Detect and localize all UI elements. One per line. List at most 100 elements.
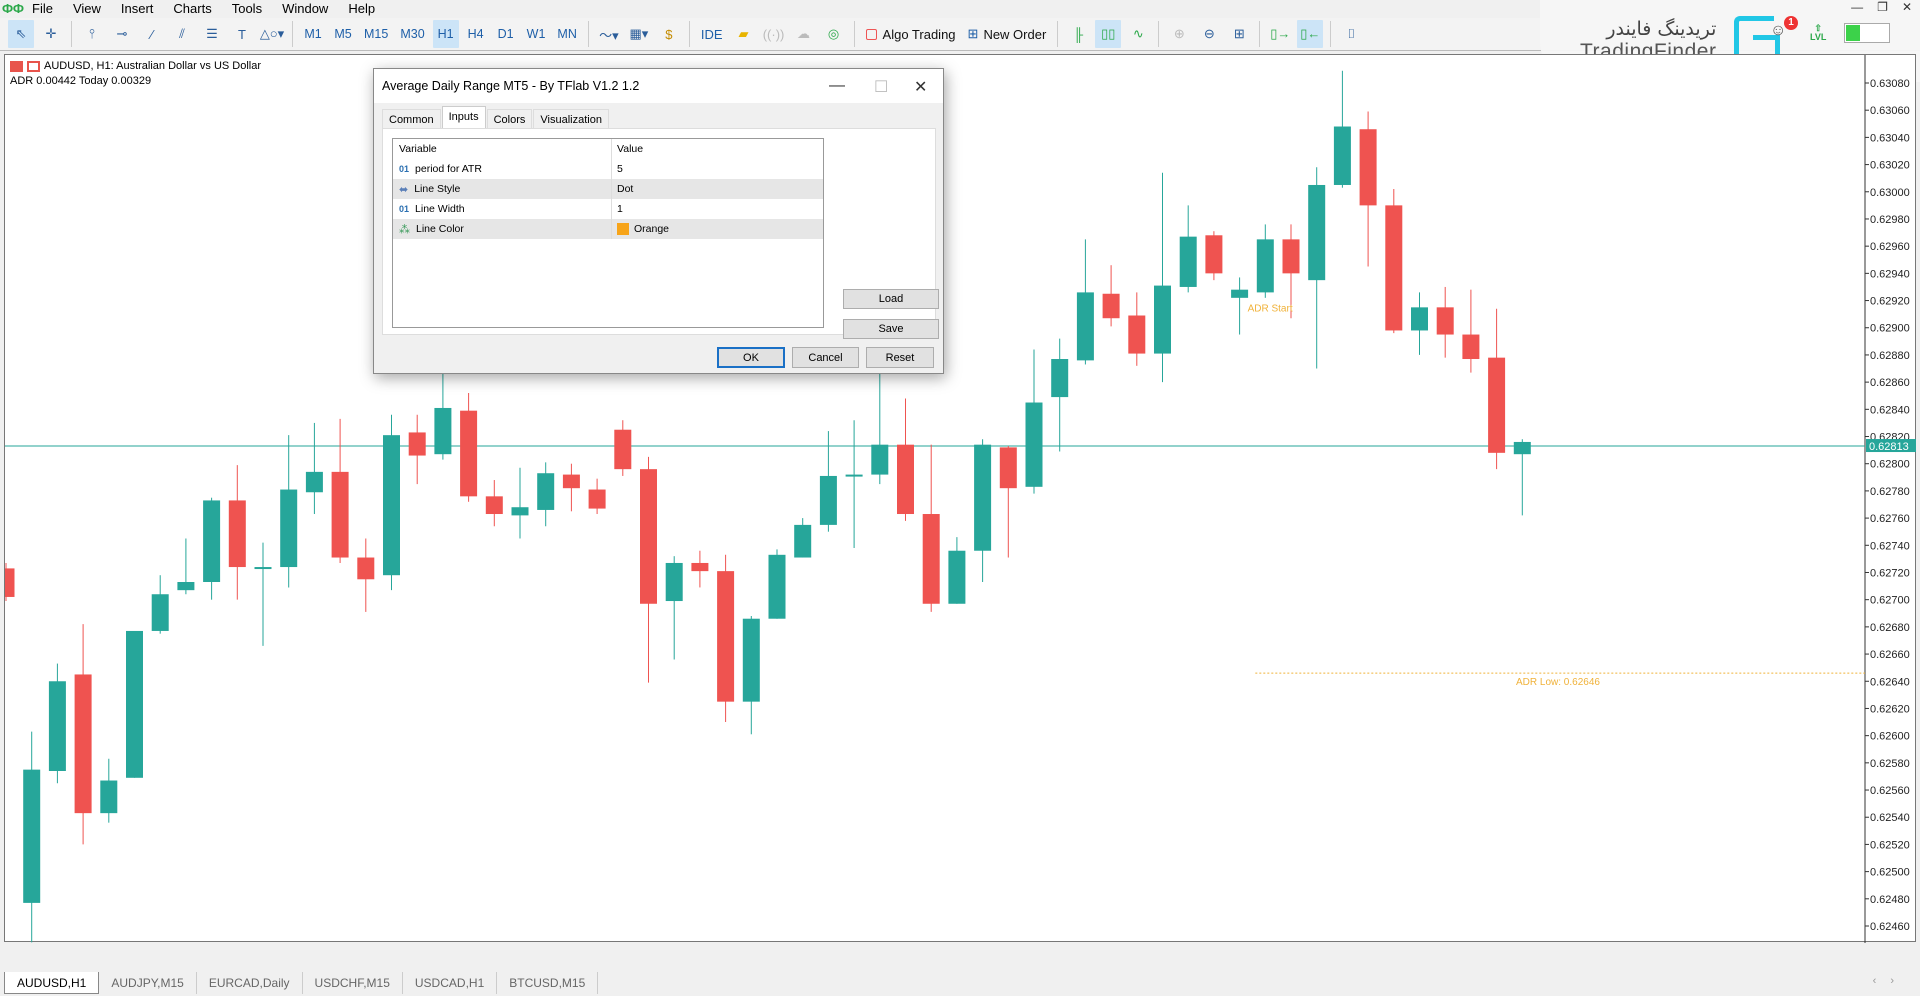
notifications-button[interactable]: ☺ 1 xyxy=(1770,16,1798,44)
y-tick-label: 0.62660 xyxy=(1870,649,1910,661)
tab-common[interactable]: Common xyxy=(382,109,441,130)
variable-name: Line Color xyxy=(416,223,464,235)
save-button[interactable]: Save xyxy=(843,319,939,339)
market-icon[interactable]: $ xyxy=(656,20,682,48)
variable-name: Line Style xyxy=(414,183,461,195)
tab-audjpy-m15[interactable]: AUDJPY,M15 xyxy=(99,972,197,994)
restore-icon[interactable]: ❐ xyxy=(1877,0,1888,14)
menu-charts[interactable]: Charts xyxy=(167,1,225,16)
y-tick-label: 0.62580 xyxy=(1870,758,1910,770)
scroll-left-icon[interactable]: ‹ xyxy=(1873,975,1891,987)
chart-shift-icon[interactable]: ▯← xyxy=(1297,20,1324,48)
menu-help[interactable]: Help xyxy=(342,1,389,16)
color-swatch[interactable] xyxy=(617,223,629,235)
zoom-out-icon[interactable]: ⊖ xyxy=(1196,20,1222,48)
vps-cloud-icon[interactable]: ☁ xyxy=(791,20,817,48)
bear-candle xyxy=(1282,239,1300,274)
candlestick-chart[interactable]: 0.63080 0.63060 0.63040 0.63020 0.63000 0.629… xyxy=(5,55,1917,943)
load-button[interactable]: Load xyxy=(843,289,939,309)
dialog-minimize-icon[interactable]: — xyxy=(829,77,845,95)
tab-scroll-arrows[interactable]: ‹› xyxy=(1873,975,1908,987)
y-tick-label: 0.63060 xyxy=(1870,105,1910,117)
variable-value[interactable]: Dot xyxy=(617,183,633,195)
tab-colors[interactable]: Colors xyxy=(486,109,533,130)
y-tick-label: 0.62740 xyxy=(1870,540,1910,552)
bull-candle xyxy=(383,435,400,576)
vertical-line-tool-icon[interactable]: ⫯ xyxy=(79,20,105,48)
tab-usdchf-m15[interactable]: USDCHF,M15 xyxy=(303,972,403,994)
chart-window[interactable]: 0.63080 0.63060 0.63040 0.63020 0.63000 0.629… xyxy=(4,54,1917,943)
timeframe-h4[interactable]: H4 xyxy=(463,20,489,48)
toolbar-separator xyxy=(688,21,690,47)
menu-view[interactable]: View xyxy=(67,1,115,16)
y-tick-label: 0.62600 xyxy=(1870,731,1910,743)
timeframe-m1[interactable]: M1 xyxy=(300,20,326,48)
timeframe-d1[interactable]: D1 xyxy=(493,20,519,48)
market-bag-icon[interactable]: ▰ xyxy=(731,20,757,48)
brand-name-fa: تریدینگ فایندر xyxy=(1606,18,1717,40)
algo-trading-button[interactable]: Algo Trading xyxy=(862,20,960,48)
dialog-title-bar[interactable]: Average Daily Range MT5 - By TFlab V1.2 … xyxy=(374,69,943,103)
zoom-in-icon[interactable]: ⊕ xyxy=(1166,20,1192,48)
y-tick-label: 0.62760 xyxy=(1870,513,1910,525)
current-price-label: 0.62813 xyxy=(1869,441,1909,453)
cursor-tool-icon[interactable]: ⇖ xyxy=(8,20,34,48)
economic-calendar-icon[interactable]: ◎ xyxy=(821,20,847,48)
tab-btcusd-m15[interactable]: BTCUSD,M15 xyxy=(497,972,599,994)
indicators-menu-icon[interactable]: 〜▾ xyxy=(596,20,622,48)
shapes-tool-icon[interactable]: △○▾ xyxy=(259,20,285,48)
table-row[interactable]: ⬌ Line Style Dot xyxy=(393,179,823,199)
menu-insert[interactable]: Insert xyxy=(115,1,168,16)
inputs-table: Variable Value 01 period for ATR 5 ⬌ Line … xyxy=(392,138,824,328)
cancel-button[interactable]: Cancel xyxy=(792,347,859,368)
ide-button[interactable]: IDE xyxy=(697,20,727,48)
crosshair-tool-icon[interactable]: ✛ xyxy=(38,20,64,48)
minimize-icon[interactable]: — xyxy=(1851,0,1863,14)
fibonacci-tool-icon[interactable]: ☰ xyxy=(199,20,225,48)
timeframe-mn[interactable]: MN xyxy=(553,20,580,48)
timeframe-m30[interactable]: M30 xyxy=(396,20,428,48)
indicator-list-icon xyxy=(27,61,40,72)
scroll-right-icon[interactable]: › xyxy=(1890,975,1908,987)
adr-low-label: ADR Low: 0.62646 xyxy=(1516,677,1600,688)
dialog-tabs: Common Inputs Colors Visualization xyxy=(382,106,610,130)
chart-templates-icon[interactable]: ▦▾ xyxy=(626,20,652,48)
tab-audusd-h1[interactable]: AUDUSD,H1 xyxy=(4,972,100,994)
variable-value[interactable]: Orange xyxy=(634,223,669,235)
horizontal-line-tool-icon[interactable]: ⊸ xyxy=(109,20,135,48)
bull-candle xyxy=(126,630,143,778)
bar-chart-icon[interactable]: ╟ xyxy=(1065,20,1091,48)
signals-icon[interactable]: ((·)) xyxy=(761,20,787,48)
tab-inputs[interactable]: Inputs xyxy=(441,106,486,130)
variable-value[interactable]: 5 xyxy=(617,163,623,175)
reset-button[interactable]: Reset xyxy=(866,347,934,368)
text-tool-icon[interactable]: T xyxy=(229,20,255,48)
auto-scroll-icon[interactable]: ▯→ xyxy=(1267,20,1293,48)
variable-value[interactable]: 1 xyxy=(617,203,623,215)
toolbar-separator xyxy=(853,21,855,47)
new-order-button[interactable]: ⊞ New Order xyxy=(964,20,1051,48)
line-chart-icon[interactable]: ∿ xyxy=(1125,20,1151,48)
tab-usdcad-h1[interactable]: USDCAD,H1 xyxy=(403,972,498,994)
close-icon[interactable]: ✕ xyxy=(1902,0,1912,14)
table-row[interactable]: 01 period for ATR 5 xyxy=(393,159,823,179)
tab-visualization[interactable]: Visualization xyxy=(533,109,609,130)
menu-tools[interactable]: Tools xyxy=(226,1,276,16)
timeframe-m5[interactable]: M5 xyxy=(330,20,356,48)
trendline-tool-icon[interactable]: ⁄ xyxy=(139,20,165,48)
screenshot-icon[interactable]: ⌷ xyxy=(1338,20,1364,48)
table-row[interactable]: ⁂ Line Color Orange xyxy=(393,219,823,239)
timeframe-h1[interactable]: H1 xyxy=(432,20,459,48)
candlestick-chart-icon[interactable]: ▯▯ xyxy=(1095,20,1122,48)
dialog-close-icon[interactable]: ✕ xyxy=(914,77,927,97)
tab-eurcad-daily[interactable]: EURCAD,Daily xyxy=(197,972,303,994)
y-tick-label: 0.62640 xyxy=(1870,676,1910,688)
menu-window[interactable]: Window xyxy=(276,1,342,16)
timeframe-m15[interactable]: M15 xyxy=(360,20,392,48)
ok-button[interactable]: OK xyxy=(717,347,785,368)
table-row[interactable]: 01 Line Width 1 xyxy=(393,199,823,219)
menu-file[interactable]: File xyxy=(26,1,67,16)
channel-tool-icon[interactable]: ⫽ xyxy=(169,20,195,48)
tile-windows-icon[interactable]: ⊞ xyxy=(1226,20,1252,48)
timeframe-w1[interactable]: W1 xyxy=(523,20,550,48)
